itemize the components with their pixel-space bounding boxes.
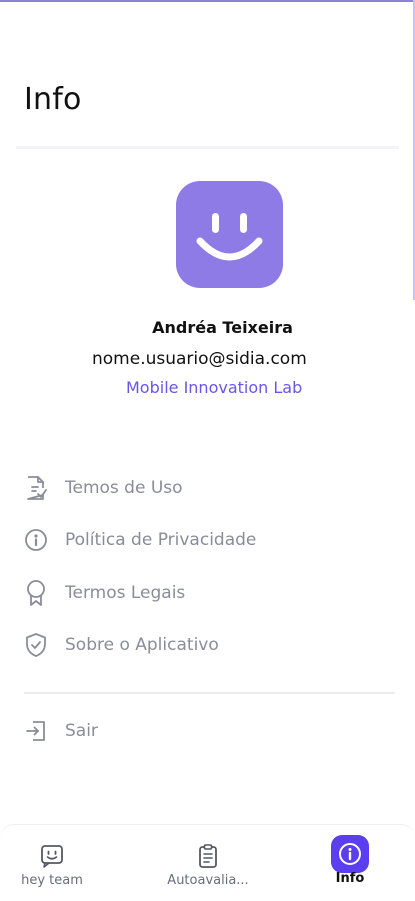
menu-item-about-app[interactable]: Sobre o Aplicativo [22, 628, 392, 662]
page-title: Info [24, 82, 82, 117]
smiley-face-icon [196, 213, 263, 261]
menu-item-label: Sobre o Aplicativo [65, 635, 219, 655]
tab-info[interactable]: Info [320, 825, 380, 895]
chat-smile-icon [37, 841, 67, 871]
document-check-icon [22, 474, 50, 502]
bottom-navigation: hey team Autoavalia... Info [0, 824, 415, 901]
header-divider [16, 146, 399, 149]
shield-check-icon [22, 631, 50, 659]
tab-autoavaliacao[interactable]: Autoavalia... [158, 825, 258, 895]
menu-divider [24, 692, 395, 694]
info-circle-icon [22, 526, 50, 554]
menu-item-label: Temos de Uso [65, 478, 183, 498]
tab-label: Autoavalia... [167, 873, 249, 888]
tab-label: hey team [21, 873, 83, 888]
logout-button[interactable]: Sair [22, 714, 392, 748]
menu-item-label: Política de Privacidade [65, 530, 257, 550]
top-edge-line [0, 0, 415, 2]
menu-item-terms-of-use[interactable]: Temos de Uso [22, 471, 392, 505]
clipboard-icon [193, 841, 223, 871]
menu-item-privacy-policy[interactable]: Política de Privacidade [22, 523, 392, 557]
user-name: Andréa Teixeira [152, 318, 293, 337]
info-icon [331, 835, 369, 873]
award-ribbon-icon [22, 579, 50, 607]
user-email: nome.usuario@sidia.com [92, 349, 307, 369]
tab-hey-team[interactable]: hey team [12, 825, 92, 895]
avatar [176, 181, 283, 288]
menu-item-legal-terms[interactable]: Termos Legais [22, 576, 392, 610]
tab-label: Info [335, 871, 365, 886]
logout-icon [22, 717, 50, 745]
user-organization: Mobile Innovation Lab [126, 378, 303, 397]
menu-item-label: Termos Legais [65, 583, 186, 603]
logout-label: Sair [65, 721, 98, 741]
